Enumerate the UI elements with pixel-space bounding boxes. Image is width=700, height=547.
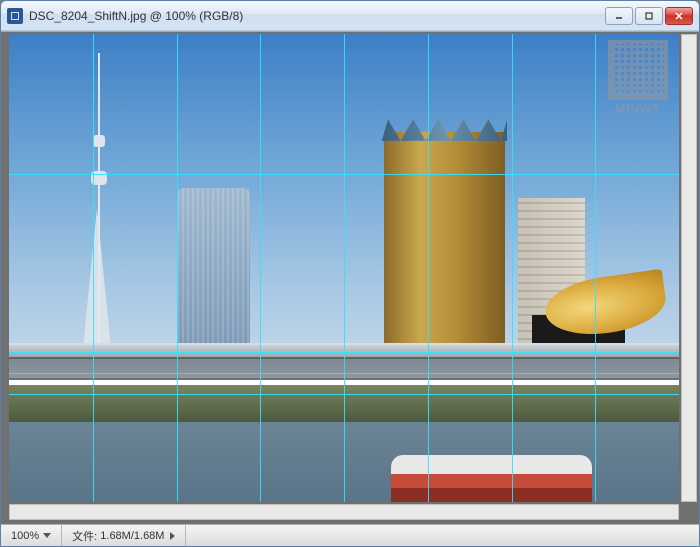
zoom-level-dropdown[interactable]: 100% xyxy=(1,525,62,546)
window-title: DSC_8204_ShiftN.jpg @ 100% (RGB/8) xyxy=(29,9,605,23)
document-window: DSC_8204_ShiftN.jpg @ 100% (RGB/8) xyxy=(0,0,700,547)
chevron-down-icon xyxy=(43,533,51,538)
vertical-scrollbar[interactable] xyxy=(681,34,697,502)
maximize-button[interactable] xyxy=(635,7,663,25)
window-controls xyxy=(605,7,693,25)
photo-content xyxy=(9,34,679,502)
zoom-value: 100% xyxy=(11,530,39,542)
qr-code-icon xyxy=(608,40,668,100)
watermark: MINWT xyxy=(603,40,673,122)
doc-sizes: 1.68M/1.68M xyxy=(100,530,164,542)
close-button[interactable] xyxy=(665,7,693,25)
canvas-area: MINWT xyxy=(1,31,699,524)
chevron-right-icon xyxy=(170,532,175,540)
doc-label: 文件: xyxy=(72,528,97,544)
minimize-button[interactable] xyxy=(605,7,633,25)
horizontal-scrollbar[interactable] xyxy=(9,504,679,520)
image-canvas[interactable]: MINWT xyxy=(9,34,679,502)
document-size-segment[interactable]: 文件: 1.68M/1.68M xyxy=(62,525,186,546)
app-icon xyxy=(7,8,23,24)
titlebar[interactable]: DSC_8204_ShiftN.jpg @ 100% (RGB/8) xyxy=(1,1,699,31)
statusbar: 100% 文件: 1.68M/1.68M xyxy=(1,524,699,546)
watermark-text: MINWT xyxy=(615,102,661,116)
